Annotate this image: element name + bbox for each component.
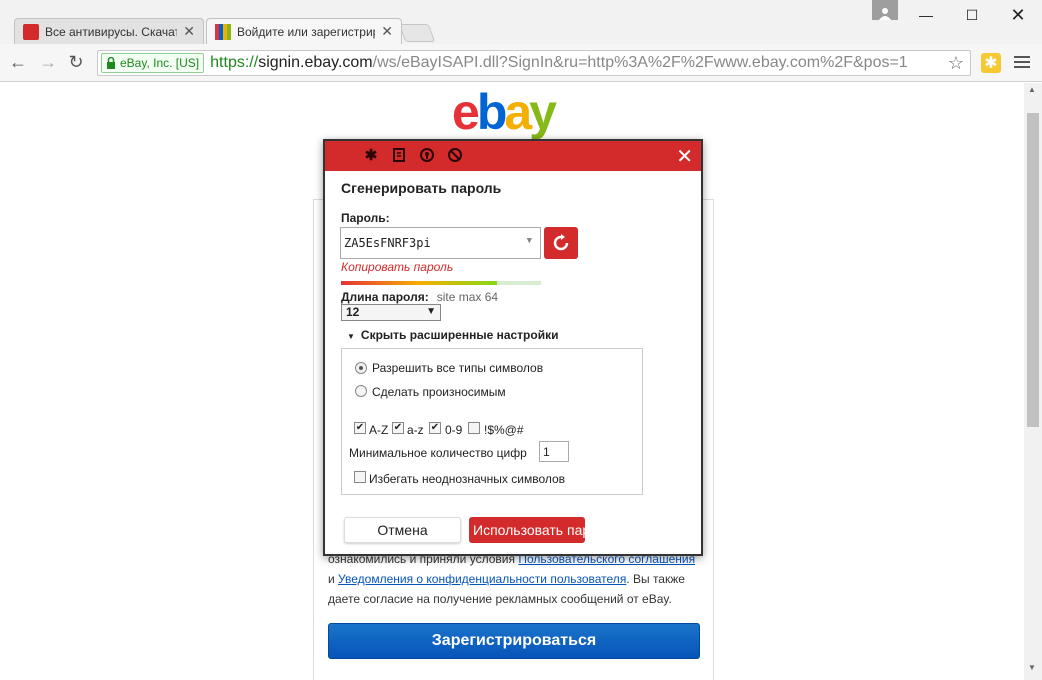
length-select[interactable]: 12 ▼ bbox=[341, 304, 441, 321]
reload-icon[interactable]: ↻ bbox=[66, 52, 86, 72]
checkbox-lowercase[interactable]: ✔ bbox=[392, 422, 404, 434]
back-arrow-icon[interactable]: ← bbox=[8, 52, 28, 72]
tab-title: Все антивирусы. Скачать bbox=[45, 24, 178, 39]
scrollbar-thumb[interactable] bbox=[1027, 113, 1039, 427]
use-password-button[interactable]: Использовать пароль bbox=[469, 517, 585, 543]
antivirus-favicon-icon bbox=[23, 23, 39, 40]
uppercase-label: A-Z bbox=[369, 423, 389, 437]
strength-fill bbox=[341, 281, 497, 285]
advanced-settings-panel: Разрешить все типы символов Сделать прои… bbox=[341, 348, 643, 495]
close-tab-icon[interactable]: ✕ bbox=[381, 23, 393, 40]
notes-icon[interactable] bbox=[391, 147, 407, 163]
select-arrow-icon: ▼ bbox=[426, 306, 436, 317]
tab-antivirus[interactable]: Все антивирусы. Скачать ✕ bbox=[14, 18, 204, 44]
bookmark-star-icon[interactable]: ☆ bbox=[948, 53, 964, 74]
scroll-down-icon[interactable]: ▼ bbox=[1028, 663, 1036, 672]
site-max-hint: site max 64 bbox=[436, 290, 499, 304]
new-tab-button[interactable] bbox=[398, 24, 436, 42]
password-label: Пароль: bbox=[341, 211, 390, 225]
password-value: ZA5EsFNRF3pi bbox=[344, 236, 431, 250]
regenerate-button[interactable] bbox=[544, 227, 578, 259]
url-text[interactable]: https://signin.ebay.com/ws/eBayISAPI.dll… bbox=[210, 54, 908, 72]
password-strength-bar bbox=[341, 281, 541, 285]
checkbox-symbols[interactable] bbox=[468, 422, 480, 434]
ebay-logo: ebay bbox=[452, 84, 557, 140]
dropdown-arrow-icon[interactable]: ▼ bbox=[527, 236, 532, 246]
cancel-button[interactable]: Отмена bbox=[344, 517, 461, 543]
privacy-notice-link[interactable]: Уведомления о конфиденциальности пользов… bbox=[338, 572, 626, 586]
address-bar[interactable]: eBay, Inc. [US] https://signin.ebay.com/… bbox=[97, 50, 971, 76]
checkbox-digits[interactable]: ✔ bbox=[429, 422, 441, 434]
terms-text: ознакомились и приняли условия Пользоват… bbox=[328, 552, 696, 606]
digits-label: 0-9 bbox=[445, 423, 463, 437]
password-field[interactable]: ZA5EsFNRF3pi ▼ bbox=[340, 227, 541, 259]
lowercase-label: a-z bbox=[407, 423, 424, 437]
advanced-settings-toggle[interactable]: ▼ Скрыть расширенные настройки bbox=[347, 328, 558, 342]
length-row: Длина пароля: site max 64 bbox=[341, 290, 498, 304]
tab-ebay-signin[interactable]: Войдите или зарегистрир ✕ bbox=[206, 18, 402, 44]
close-dialog-icon[interactable]: ✕ bbox=[676, 144, 693, 169]
checkbox-uppercase[interactable]: ✔ bbox=[354, 422, 366, 434]
min-digits-label: Минимальное количество цифр bbox=[349, 446, 527, 460]
min-digits-input[interactable]: 1 bbox=[539, 441, 569, 462]
page-scrollbar[interactable]: ▲ ▼ bbox=[1024, 83, 1042, 680]
maximize-button[interactable]: ☐ bbox=[957, 4, 987, 26]
title-bar: Все антивирусы. Скачать ✕ Войдите или за… bbox=[0, 0, 1042, 44]
checkbox-avoid-ambiguous[interactable] bbox=[354, 471, 366, 483]
extension-icon[interactable]: ✱ bbox=[981, 53, 1001, 73]
profile-icon[interactable] bbox=[872, 0, 898, 20]
block-icon[interactable] bbox=[447, 147, 463, 163]
register-button[interactable]: Зарегистрироваться bbox=[328, 623, 700, 659]
ev-certificate-badge[interactable]: eBay, Inc. [US] bbox=[101, 53, 205, 73]
dialog-header: ✱ ✕ bbox=[325, 141, 701, 171]
browser-toolbar: ← → ↻ eBay, Inc. [US] https://signin.eba… bbox=[0, 44, 1042, 82]
password-generator-icon[interactable] bbox=[419, 147, 435, 163]
avoid-ambiguous-label: Избегать неоднозначных символов bbox=[369, 472, 566, 486]
symbols-label: !$%@# bbox=[484, 423, 524, 437]
radio-pronounceable[interactable] bbox=[355, 385, 367, 397]
copy-password-link[interactable]: Копировать пароль bbox=[341, 260, 453, 274]
dialog-title: Сгенерировать пароль bbox=[341, 180, 502, 196]
forward-arrow-icon[interactable]: → bbox=[38, 52, 58, 72]
minimize-button[interactable]: — bbox=[911, 4, 941, 26]
ebay-favicon-icon bbox=[215, 23, 231, 40]
asterisk-icon[interactable]: ✱ bbox=[363, 147, 379, 164]
length-value: 12 bbox=[346, 305, 360, 319]
close-tab-icon[interactable]: ✕ bbox=[183, 23, 195, 40]
option-pronounceable-label: Сделать произносимым bbox=[372, 385, 506, 399]
option-all-types-label: Разрешить все типы символов bbox=[372, 361, 544, 375]
lock-icon bbox=[107, 57, 115, 69]
ev-label: eBay, Inc. [US] bbox=[120, 56, 200, 70]
menu-icon[interactable] bbox=[1014, 53, 1030, 73]
refresh-icon bbox=[553, 234, 569, 251]
triangle-down-icon: ▼ bbox=[347, 332, 355, 341]
length-label: Длина пароля: bbox=[341, 290, 429, 304]
radio-all-types[interactable] bbox=[355, 362, 367, 374]
password-generator-dialog: ✱ ✕ Сгенерировать пароль Пароль: ZA5EsFN… bbox=[323, 139, 703, 556]
close-window-button[interactable]: ✕ bbox=[1003, 4, 1033, 26]
tab-title: Войдите или зарегистрир bbox=[237, 24, 376, 39]
scroll-up-icon[interactable]: ▲ bbox=[1028, 85, 1036, 94]
